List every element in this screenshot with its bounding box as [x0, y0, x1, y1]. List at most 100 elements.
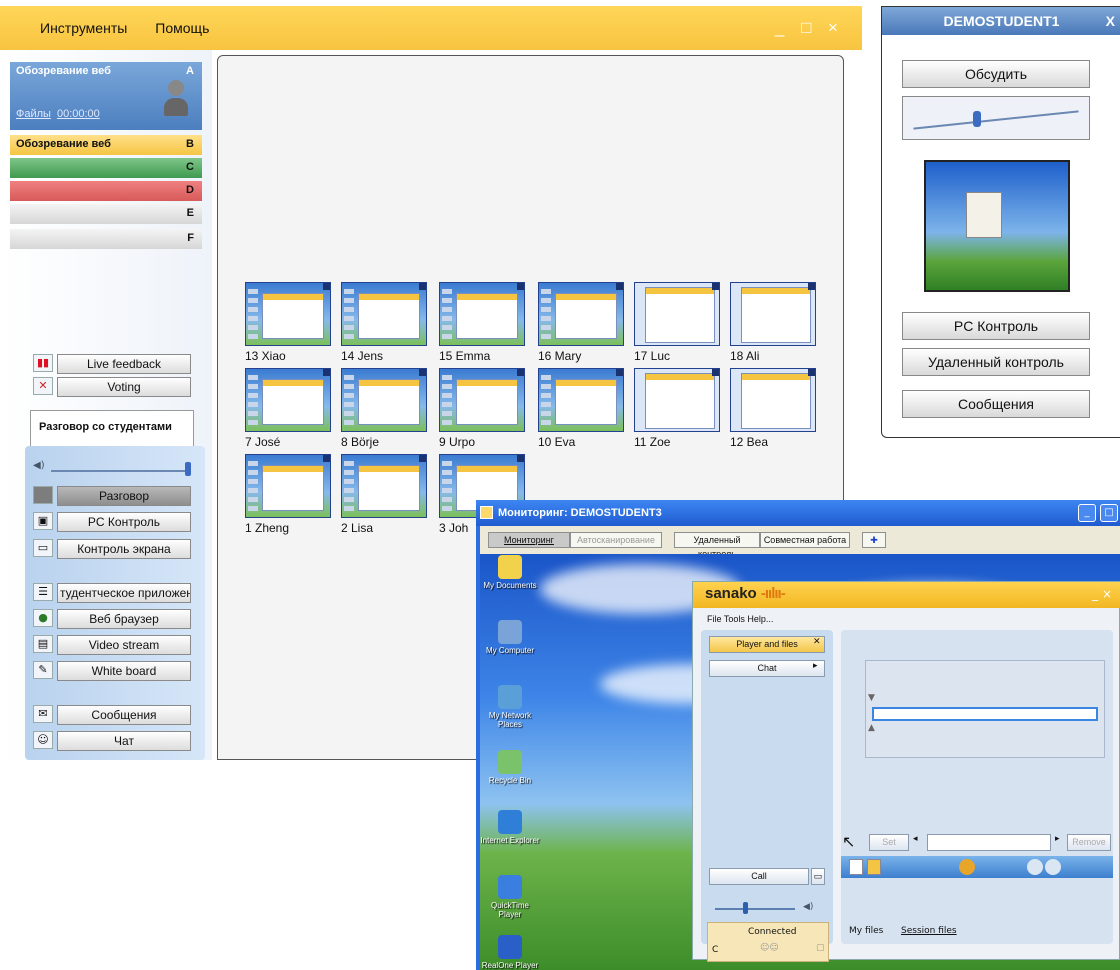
student-screen-thumbnail[interactable] [538, 282, 624, 346]
student-screen-thumbnail[interactable] [634, 282, 720, 346]
desktop-shortcut-icon [498, 875, 522, 899]
bookmark-field[interactable] [927, 834, 1051, 851]
maximize-icon[interactable]: □ [1100, 504, 1118, 522]
student-avatar-icon [164, 80, 188, 116]
desktop-icon[interactable]: QuickTime Player [479, 875, 541, 919]
messages-button[interactable]: Сообщения [57, 705, 191, 725]
group-d-letter: D [186, 184, 194, 196]
volume-slider[interactable] [51, 470, 187, 472]
chat-button[interactable]: Чат [57, 731, 191, 751]
sanako-window-controls[interactable]: _ × [1092, 587, 1112, 601]
new-file-icon[interactable] [849, 859, 863, 875]
menu-help[interactable]: Помощь [155, 20, 209, 36]
call-options-icon[interactable]: ▭ [811, 868, 825, 885]
web-browser-button[interactable]: Веб браузер [57, 609, 191, 629]
close-icon[interactable]: ✕ [813, 637, 821, 647]
group-b-row[interactable]: Обозревание веб B [10, 135, 202, 155]
monitoring-title: Мониторинг: DEMOSTUDENT3 [476, 500, 1120, 526]
voting-button[interactable]: Voting [57, 377, 191, 397]
volume-thumb[interactable] [185, 462, 191, 476]
open-folder-icon[interactable] [867, 859, 881, 875]
crosshair-icon[interactable]: ✚ [862, 532, 886, 548]
desktop-icon[interactable]: RealOne Player [479, 935, 541, 970]
student-screen-thumbnail[interactable] [341, 454, 427, 518]
talk-button[interactable]: Разговор [57, 486, 191, 506]
student-name-label: 14 Jens [341, 349, 384, 363]
desktop-icon-label: My Network Places [488, 711, 532, 729]
session-files-tab[interactable]: Session files [901, 926, 957, 936]
desktop-icon[interactable]: My Network Places [479, 685, 541, 729]
tab-collaboration[interactable]: Совместная работа [760, 532, 850, 548]
pc-control-button[interactable]: PC Контроль [902, 312, 1090, 340]
student-panel-title: DEMOSTUDENT1 X [882, 7, 1120, 35]
call-volume-thumb[interactable] [743, 902, 748, 914]
student-screen-thumbnail[interactable] [341, 282, 427, 346]
student-screen-thumbnail[interactable] [439, 368, 525, 432]
stop-icon[interactable] [1027, 859, 1043, 875]
discuss-button[interactable]: Обсудить [902, 60, 1090, 88]
remove-button[interactable]: Remove [1067, 834, 1111, 851]
play-icon[interactable] [1045, 859, 1061, 875]
whiteboard-icon: ✎ [33, 661, 53, 679]
menu-tools[interactable]: Инструменты [40, 20, 127, 36]
waveform-area[interactable]: ▼ ▲ [865, 660, 1105, 758]
remote-control-button[interactable]: Удаленный контроль [902, 348, 1090, 376]
student-screen-preview[interactable] [924, 160, 1070, 292]
arrow-left-icon[interactable]: ◂ [913, 834, 918, 844]
desktop-icon[interactable]: My Computer [479, 620, 541, 655]
player-and-files-button[interactable]: Player and files [709, 636, 825, 653]
volume-control[interactable] [902, 96, 1090, 140]
student-name-label: 10 Eva [538, 435, 576, 449]
arrow-right-icon[interactable]: ▸ [1055, 834, 1060, 844]
screen-control-button[interactable]: Контроль экрана [57, 539, 191, 559]
desktop-icon[interactable]: My Documents [479, 555, 541, 590]
student-name: DEMOSTUDENT1 [943, 13, 1060, 29]
whiteboard-button[interactable]: White board [57, 661, 191, 681]
student-app-button[interactable]: тудентческое приложени [57, 583, 191, 603]
desktop-icon[interactable]: Internet Explorer [479, 810, 541, 845]
volume-thumb[interactable] [973, 111, 981, 127]
sanako-window: sanako -ıılıı- _ × File Tools Help... Pl… [692, 581, 1120, 962]
player-controls-bar [841, 856, 1113, 878]
files-link[interactable]: Файлы [16, 108, 51, 120]
tab-autoscan[interactable]: Автосканирование [570, 532, 662, 548]
student-screen-thumbnail[interactable] [245, 454, 331, 518]
call-volume-slider[interactable] [715, 908, 795, 910]
student-screen-thumbnail[interactable] [439, 282, 525, 346]
student-screen-thumbnail[interactable] [634, 368, 720, 432]
call-button[interactable]: Call [709, 868, 809, 885]
tab-remote-control[interactable]: Удаленный контроль [674, 532, 760, 559]
video-stream-button[interactable]: Video stream [57, 635, 191, 655]
desktop-shortcut-icon [498, 750, 522, 774]
talk-tab[interactable]: Разговор со студентами [30, 410, 194, 446]
group-f-letter: F [187, 232, 194, 244]
chat-button[interactable]: Chat [709, 660, 825, 677]
window-controls[interactable]: _ □ × [775, 18, 844, 38]
group-e-row[interactable]: E [10, 204, 202, 224]
connection-status-box: Connected C ☺☺ ▢ [707, 922, 829, 962]
record-icon[interactable] [959, 859, 975, 875]
student-screen-thumbnail[interactable] [245, 368, 331, 432]
student-screen-thumbnail[interactable] [341, 368, 427, 432]
student-screen-thumbnail[interactable] [730, 282, 816, 346]
group-c-row[interactable]: C [10, 158, 202, 178]
my-files-tab[interactable]: My files [849, 926, 883, 936]
track-bar[interactable] [872, 707, 1098, 721]
close-icon[interactable]: X [1106, 7, 1115, 35]
group-f-row[interactable]: F [10, 229, 202, 249]
live-feedback-button[interactable]: Live feedback [57, 354, 191, 374]
group-d-row[interactable]: D [10, 181, 202, 201]
sanako-menu[interactable]: File Tools Help... [707, 614, 773, 624]
student-screen-thumbnail[interactable] [245, 282, 331, 346]
chevron-right-icon: ▸ [813, 661, 818, 671]
group-a-row[interactable]: Обозревание веб A Файлы 00:00:00 [10, 62, 202, 130]
student-screen-thumbnail[interactable] [730, 368, 816, 432]
minimize-icon[interactable]: _ [1078, 504, 1096, 522]
set-button[interactable]: Set [869, 834, 909, 851]
pc-control-button[interactable]: PC Контроль [57, 512, 191, 532]
messages-button[interactable]: Сообщения [902, 390, 1090, 418]
monitoring-toolbar: Мониторинг Автосканирование Удаленный ко… [480, 526, 1120, 559]
tab-monitoring[interactable]: Мониторинг [488, 532, 570, 548]
desktop-icon[interactable]: Recycle Bin [479, 750, 541, 785]
student-screen-thumbnail[interactable] [538, 368, 624, 432]
